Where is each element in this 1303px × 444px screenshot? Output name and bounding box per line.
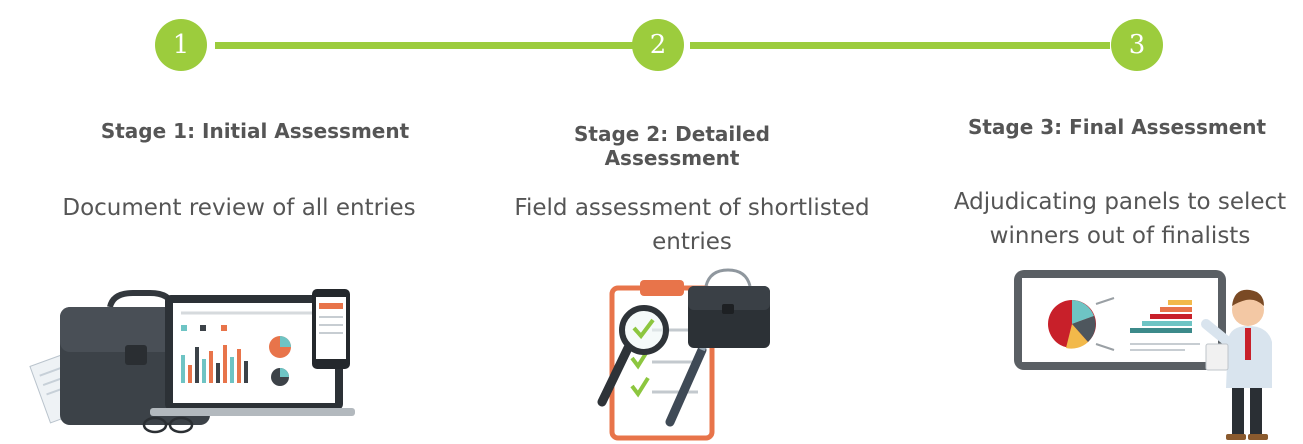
stage-1-title: Stage 1: Initial Assessment [100, 119, 410, 143]
stage-2-description: Field assessment of shortlisted entries [514, 195, 870, 255]
stage-3-description: Adjudicating panels to select winners ou… [953, 189, 1287, 249]
step-3-number: 3 [1128, 30, 1146, 60]
step-1-circle: 1 [155, 19, 207, 71]
clipboard-magnifier-illustration [597, 268, 770, 441]
step-2-number: 2 [649, 30, 667, 60]
step-3-circle: 3 [1111, 19, 1163, 71]
stage-1-description: Document review of all entries [62, 195, 416, 221]
timeline-connector-2-3 [690, 42, 1110, 49]
stage-2-title: Stage 2: Detailed Assessment [574, 122, 770, 170]
presenter-chart-illustration [1014, 270, 1272, 440]
step-2-circle: 2 [632, 19, 684, 71]
step-1-number: 1 [172, 30, 190, 60]
stage-3-title: Stage 3: Final Assessment [967, 115, 1267, 139]
briefcase-laptop-phone-illustration [29, 289, 355, 434]
timeline-connector-1-2 [215, 42, 645, 49]
